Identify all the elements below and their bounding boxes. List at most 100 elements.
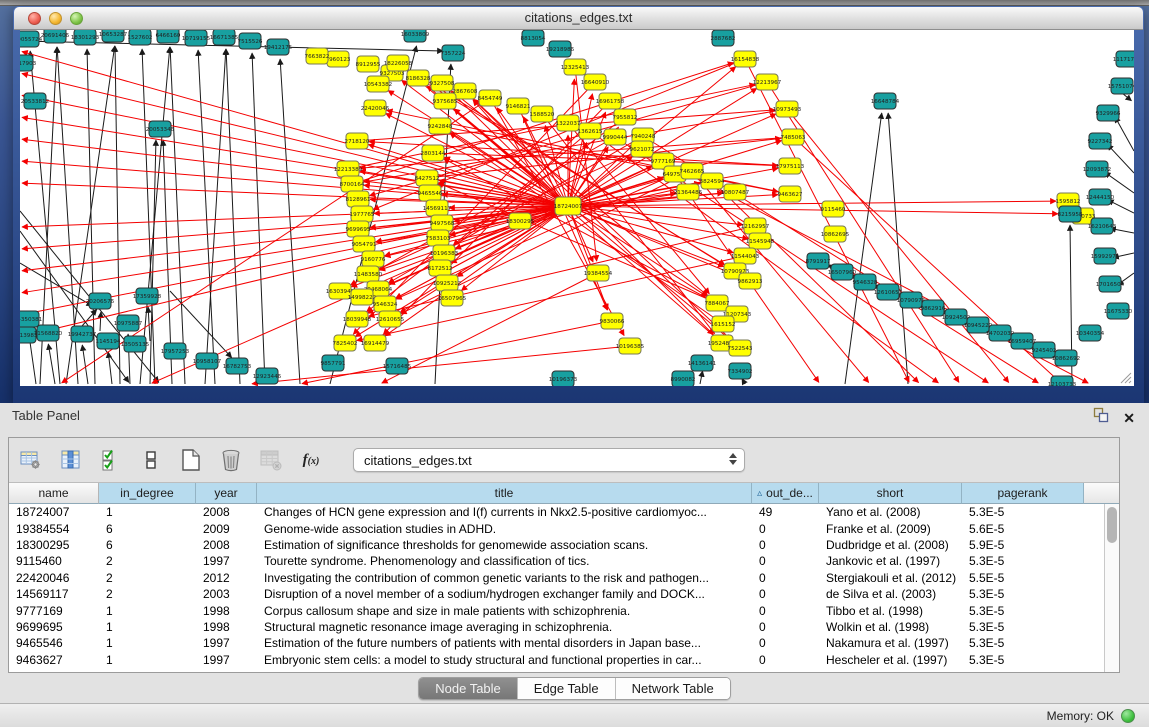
selected-node[interactable]: 16640910: [581, 74, 610, 90]
selected-node[interactable]: 18226058: [384, 55, 413, 71]
column-header-title[interactable]: title: [257, 483, 752, 504]
citation-network-graph[interactable]: 1872400789601237663822891295593275031054…: [20, 30, 1134, 386]
show-columns-icon[interactable]: [99, 448, 123, 472]
selected-node[interactable]: 9830066: [600, 313, 625, 329]
selected-node[interactable]: 9327508: [430, 75, 455, 91]
zoom-window-button[interactable]: [70, 12, 83, 25]
close-window-button[interactable]: [28, 12, 41, 25]
selected-node[interactable]: 12610655: [376, 311, 405, 327]
function-builder-icon[interactable]: f(x): [299, 448, 323, 472]
selected-node[interactable]: 21364486: [674, 184, 703, 200]
column-header-in_degree[interactable]: in_degree: [99, 483, 196, 504]
table-row[interactable]: 1830029562008Estimation of significance …: [9, 537, 1104, 553]
selected-node[interactable]: 9242848: [428, 118, 453, 134]
node[interactable]: 11568820: [34, 325, 63, 341]
selected-node[interactable]: 12213389: [334, 161, 363, 177]
node[interactable]: 17957253: [161, 343, 190, 359]
node[interactable]: 12444150: [1086, 189, 1115, 205]
node[interactable]: 10958107: [193, 353, 222, 369]
table-row[interactable]: 969969511998Structural magnetic resonanc…: [9, 619, 1104, 635]
selected-node[interactable]: 11545948: [746, 233, 775, 249]
table-row[interactable]: 1456911722003Disruption of a novel membe…: [9, 586, 1104, 602]
node[interactable]: 14350381: [20, 311, 43, 327]
column-header-out_degree[interactable]: ▵out_de...: [752, 483, 819, 504]
selected-node[interactable]: 3824594: [700, 173, 725, 189]
node[interactable]: 12103733: [1048, 376, 1077, 386]
create-table-icon[interactable]: [179, 448, 203, 472]
selected-node[interactable]: 9621072: [630, 141, 655, 157]
selected-node[interactable]: 8454749: [478, 90, 503, 106]
tab-node-table[interactable]: Node Table: [419, 678, 518, 699]
selected-node[interactable]: 1977765: [350, 206, 375, 222]
resize-grip-icon[interactable]: [1120, 372, 1132, 384]
node[interactable]: 20053346: [146, 121, 175, 137]
node[interactable]: 7357224: [441, 45, 466, 61]
selected-node[interactable]: 12325413: [561, 59, 590, 75]
selected-node[interactable]: 7825402: [333, 335, 358, 351]
selected-node[interactable]: 9990444: [603, 129, 628, 145]
node[interactable]: 16959407: [1008, 333, 1037, 349]
selected-node[interactable]: 10196383: [430, 245, 459, 261]
node[interactable]: 2887682: [711, 30, 736, 46]
selected-node[interactable]: 7955812: [613, 109, 638, 125]
node[interactable]: 14136141: [688, 355, 717, 371]
node[interactable]: 7515526: [238, 33, 263, 49]
selected-node[interactable]: 7663822: [305, 48, 330, 64]
node[interactable]: 17016504: [1096, 276, 1125, 292]
node[interactable]: 16210643: [1088, 218, 1117, 234]
node[interactable]: 10862692: [1052, 350, 1080, 366]
node[interactable]: 11171735: [1113, 51, 1134, 67]
selected-node[interactable]: 9862913: [738, 273, 763, 289]
node[interactable]: 10196373: [549, 371, 578, 386]
float-panel-icon[interactable]: [1093, 407, 1109, 428]
selected-node[interactable]: 9375685: [433, 93, 458, 109]
column-header-pagerank[interactable]: pagerank: [962, 483, 1084, 504]
selected-node[interactable]: 9115460: [821, 201, 846, 217]
node[interactable]: 6466160: [156, 30, 181, 43]
node[interactable]: 8990082: [671, 371, 696, 386]
node[interactable]: 1145194: [96, 333, 121, 349]
memory-status-indicator[interactable]: [1121, 709, 1135, 723]
selected-node[interactable]: 1588520: [530, 106, 555, 122]
selected-node[interactable]: 8912955: [356, 56, 381, 72]
node[interactable]: 9862916: [921, 300, 946, 316]
node[interactable]: 12923446: [253, 368, 282, 384]
node[interactable]: 20206576: [86, 293, 115, 309]
selected-node[interactable]: 18300295: [506, 213, 535, 229]
selected-node[interactable]: 17975113: [776, 158, 805, 174]
table-scrollbar[interactable]: [1104, 504, 1119, 672]
selected-node[interactable]: 14569117: [423, 200, 452, 216]
network-window-titlebar[interactable]: citations_edges.txt: [14, 7, 1143, 30]
node[interactable]: 16782753: [223, 358, 252, 374]
selected-node[interactable]: 18039948: [343, 311, 372, 327]
node[interactable]: 17359928: [133, 288, 162, 304]
column-header-short[interactable]: short: [819, 483, 962, 504]
select-column-icon[interactable]: [59, 448, 83, 472]
node[interactable]: 8791917: [806, 253, 831, 269]
selected-node[interactable]: 11544043: [731, 248, 760, 264]
selected-node[interactable]: 9463627: [778, 186, 803, 202]
selected-node[interactable]: 7522543: [728, 340, 753, 356]
selected-node[interactable]: 9497568: [430, 215, 455, 231]
table-row[interactable]: 946362711997Embryonic stem cells: a mode…: [9, 652, 1104, 668]
selected-node[interactable]: 16154838: [731, 51, 760, 67]
selected-node[interactable]: 16961758: [596, 93, 625, 109]
node[interactable]: 16507960: [828, 264, 857, 280]
node[interactable]: 8813054: [521, 30, 546, 46]
selected-node[interactable]: 1615152: [711, 316, 736, 332]
selected-node[interactable]: 12162957: [741, 218, 770, 234]
node[interactable]: 19218986: [546, 41, 575, 57]
node[interactable]: 10719155: [182, 30, 211, 46]
selected-node[interactable]: 8700164: [340, 176, 365, 192]
node[interactable]: 11675330: [1104, 303, 1133, 319]
selected-node[interactable]: 2803144: [421, 145, 446, 161]
tab-edge-table[interactable]: Edge Table: [518, 678, 616, 699]
node[interactable]: 20691406: [41, 30, 70, 43]
close-panel-icon[interactable]: ✕: [1123, 410, 1135, 426]
table-row[interactable]: 946554611997Estimation of the future num…: [9, 635, 1104, 651]
node[interactable]: 15992971: [1091, 248, 1120, 264]
node[interactable]: 19412175: [264, 39, 293, 55]
selected-node[interactable]: 7485063: [781, 129, 806, 145]
selected-node[interactable]: 10973493: [773, 101, 802, 117]
table-row[interactable]: 1872400712008Changes of HCN gene express…: [9, 504, 1104, 520]
